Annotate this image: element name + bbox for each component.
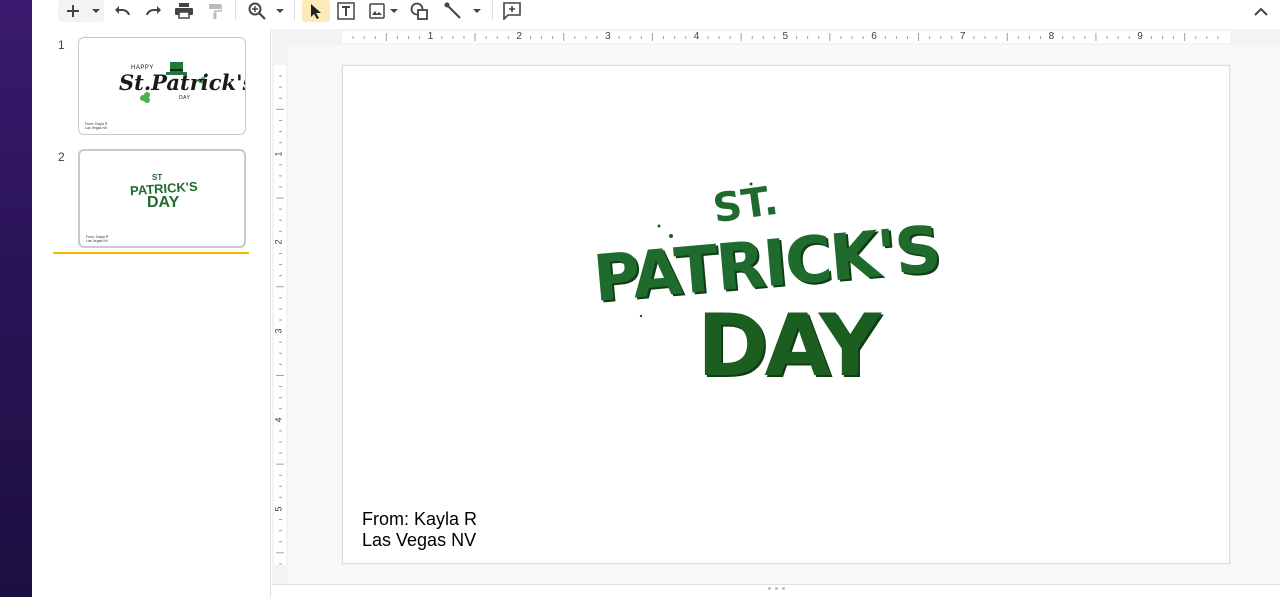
- ruler-ticks: [276, 75, 284, 565]
- insert-image-dropdown[interactable]: [388, 0, 400, 22]
- redo-icon: [146, 6, 161, 15]
- editor-canvas[interactable]: 123456789 12345 ST. PATRICK'S DAY From: …: [272, 29, 1280, 597]
- ruler-label: 3: [273, 328, 284, 334]
- line-icon: [444, 2, 461, 19]
- ruler-label: 5: [273, 505, 284, 512]
- zoom-button[interactable]: [246, 0, 268, 22]
- image-icon: [369, 3, 385, 19]
- line-dropdown[interactable]: [470, 0, 484, 22]
- ruler-label: 3: [605, 31, 611, 42]
- desktop-background: [0, 0, 32, 597]
- ruler-label: 9: [1137, 31, 1143, 42]
- slide-footer-textbox[interactable]: From: Kayla R Las Vegas NV: [362, 509, 477, 551]
- print-button[interactable]: [173, 0, 195, 22]
- ruler-label: 1: [273, 151, 284, 157]
- ruler-label: 1: [427, 31, 434, 42]
- thumb-footer-location: Las Vegas NV: [85, 126, 108, 130]
- drop-position-marker: [53, 252, 249, 254]
- slide-filmstrip: 1 HAPPY St.Patrick's DAY From: Kayla R L…: [32, 29, 271, 597]
- cursor-icon: [311, 4, 321, 19]
- undo-icon: [115, 6, 130, 15]
- line-tool[interactable]: [442, 0, 464, 22]
- artwork-st-text: ST.: [710, 177, 782, 233]
- ruler-label: 4: [273, 417, 284, 423]
- vertical-ruler[interactable]: 1 2 3 4 5: [272, 45, 288, 585]
- ruler-label: 7: [959, 31, 966, 42]
- paint-format-button[interactable]: [204, 0, 226, 22]
- zoom-icon: [248, 2, 266, 20]
- toolbar-divider: [294, 0, 295, 20]
- ruler-label: 2: [273, 239, 284, 245]
- chevron-down-icon: [473, 9, 481, 13]
- slide-number: 2: [58, 150, 65, 164]
- insert-image-tool[interactable]: [366, 0, 388, 22]
- chevron-down-icon: [92, 9, 100, 13]
- resize-handle[interactable]: [766, 587, 786, 591]
- text-box-tool[interactable]: [335, 0, 357, 22]
- thumb-footer-location: Las Vegas NV: [86, 239, 109, 243]
- shape-icon: [410, 2, 428, 20]
- new-slide-dropdown[interactable]: [88, 0, 104, 22]
- ruler-ticks: [352, 33, 1219, 41]
- speaker-notes-divider[interactable]: [272, 584, 1280, 597]
- add-comment-button[interactable]: [501, 0, 523, 22]
- new-slide-button[interactable]: [58, 0, 88, 22]
- print-icon: [175, 3, 193, 19]
- text-box-icon: [337, 2, 355, 20]
- plus-icon: [67, 5, 79, 17]
- thumb-day-text: DAY: [179, 95, 191, 101]
- slide-thumbnail-1[interactable]: HAPPY St.Patrick's DAY From: Kayla R Las…: [78, 37, 246, 135]
- undo-button[interactable]: [112, 0, 134, 22]
- ruler-label: 5: [782, 31, 789, 42]
- zoom-dropdown[interactable]: [273, 0, 287, 22]
- chevron-down-icon: [276, 9, 284, 13]
- slide-number: 1: [58, 38, 65, 52]
- shape-tool[interactable]: [408, 0, 430, 22]
- from-line: From: Kayla R: [362, 509, 478, 529]
- location-line: Las Vegas NV: [362, 530, 477, 550]
- slide-thumbnail-2[interactable]: ST PATRICK'S DAY From: Kayla R Las Vegas…: [78, 149, 246, 248]
- horizontal-ruler[interactable]: 1 2 3 4 5 6 7 8 9: [272, 29, 1280, 45]
- redo-button[interactable]: [142, 0, 164, 22]
- toolbar-divider: [492, 0, 493, 20]
- collapse-menus-button[interactable]: [1250, 0, 1272, 22]
- comment-add-icon: [503, 2, 521, 20]
- paint-roller-icon: [209, 4, 222, 19]
- slide-canvas[interactable]: ST. PATRICK'S DAY From: Kayla R Las Vega…: [342, 65, 1230, 564]
- st-patricks-artwork[interactable]: ST. PATRICK'S DAY: [590, 176, 942, 406]
- artwork-day-text: DAY: [697, 296, 881, 396]
- thumb-script-title: St.Patrick's: [119, 70, 246, 95]
- select-tool[interactable]: [302, 0, 330, 22]
- toolbar: [32, 0, 1280, 29]
- thumb-footer: From: Kayla R Las Vegas NV: [86, 235, 108, 243]
- chevron-down-icon: [390, 9, 398, 13]
- chevron-up-icon: [1254, 7, 1268, 16]
- thumb-footer: From: Kayla R Las Vegas NV: [85, 122, 107, 130]
- ruler-label: 4: [693, 31, 700, 42]
- ruler-label: 8: [1048, 31, 1055, 42]
- thumb-day-text: DAY: [147, 194, 180, 211]
- toolbar-divider: [235, 0, 236, 20]
- ruler-label: 2: [516, 31, 522, 42]
- ruler-label: 6: [871, 31, 877, 42]
